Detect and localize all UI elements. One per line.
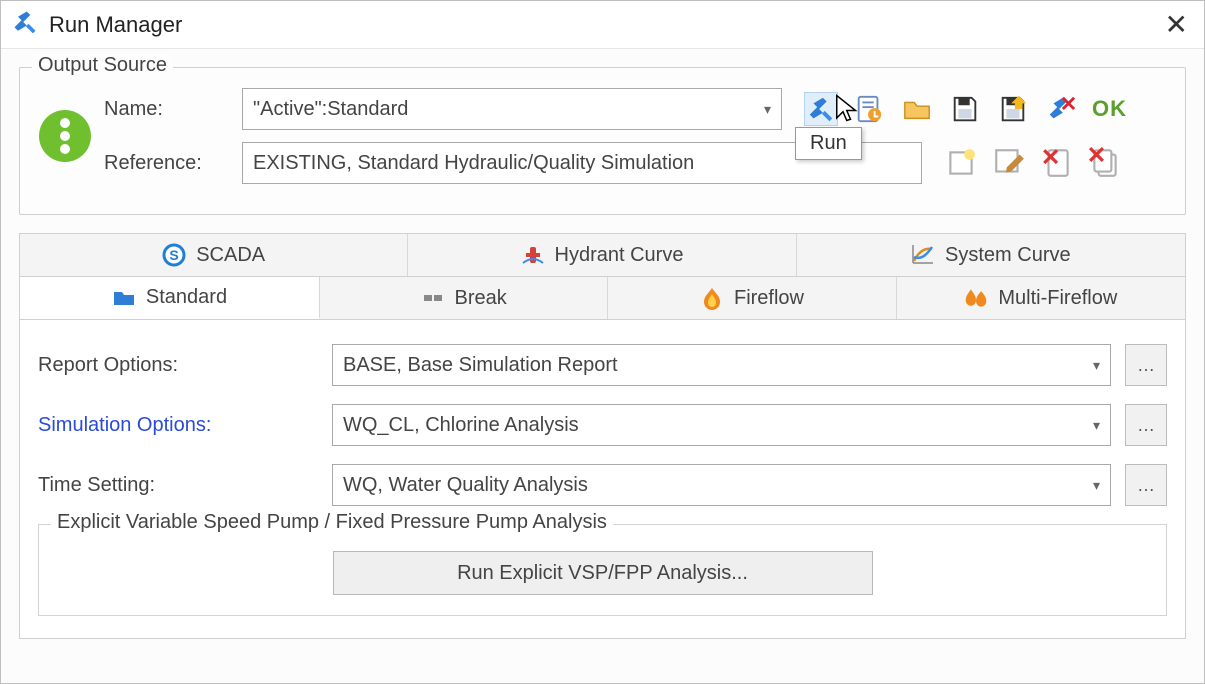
vsp-fpp-legend: Explicit Variable Speed Pump / Fixed Pre…: [51, 511, 613, 534]
edit-icon[interactable]: [992, 146, 1026, 180]
simulation-options-select[interactable]: WQ_CL, Chlorine Analysis ▾: [332, 404, 1111, 446]
report-options-label: Report Options:: [38, 354, 318, 377]
cursor-icon: [833, 93, 863, 123]
name-select-value: "Active":Standard: [253, 98, 408, 121]
tab-scada[interactable]: S SCADA: [20, 234, 408, 276]
tab-system-curve[interactable]: System Curve: [797, 234, 1185, 276]
tab-fireflow[interactable]: Fireflow: [608, 277, 896, 319]
hydrant-icon: [521, 243, 545, 267]
chevron-down-icon: ▾: [1093, 357, 1100, 374]
system-curve-icon: [911, 243, 935, 267]
folder-icon: [112, 285, 136, 309]
run-button[interactable]: Run: [804, 92, 838, 126]
save-icon[interactable]: [948, 92, 982, 126]
report-options-select[interactable]: BASE, Base Simulation Report ▾: [332, 344, 1111, 386]
tab-multi-fireflow[interactable]: Multi-Fireflow: [897, 277, 1185, 319]
window-title: Run Manager: [49, 12, 182, 38]
tab-break[interactable]: Break: [320, 277, 608, 319]
chevron-down-icon: ▾: [764, 101, 771, 118]
reference-label: Reference:: [104, 152, 234, 175]
multi-fire-icon: [964, 286, 988, 310]
tab-hydrant-curve[interactable]: Hydrant Curve: [408, 234, 796, 276]
run-manager-window: Run Manager ✕ Output Source Name: ": [0, 0, 1205, 684]
tab-standard[interactable]: Standard: [20, 277, 320, 319]
app-icon: [11, 8, 39, 41]
tabbar-row1: S SCADA Hydrant Curve System Curve: [19, 233, 1186, 276]
simulation-options-more-button[interactable]: …: [1125, 404, 1167, 446]
new-icon[interactable]: [944, 146, 978, 180]
delete-copy-icon[interactable]: [1088, 146, 1122, 180]
chevron-down-icon: ▾: [1093, 477, 1100, 494]
run-tooltip: Run: [795, 127, 862, 160]
name-select[interactable]: "Active":Standard ▾: [242, 88, 782, 130]
time-setting-label: Time Setting:: [38, 474, 318, 497]
fire-icon: [700, 286, 724, 310]
tabs: S SCADA Hydrant Curve System Curve Stand…: [19, 233, 1186, 639]
break-icon: [421, 286, 445, 310]
close-icon[interactable]: ✕: [1165, 11, 1188, 39]
titlebar: Run Manager ✕: [1, 1, 1204, 49]
report-options-more-button[interactable]: …: [1125, 344, 1167, 386]
ok-indicator: OK: [1092, 92, 1127, 126]
simulation-options-label[interactable]: Simulation Options:: [38, 414, 318, 437]
status-traffic-icon: [34, 105, 96, 167]
output-source-legend: Output Source: [32, 54, 173, 77]
time-setting-more-button[interactable]: …: [1125, 464, 1167, 506]
tabbar-row2: Standard Break Fireflow Multi-Fireflow: [19, 276, 1186, 320]
output-source-group: Output Source Name: "Active":Standard ▾: [19, 67, 1186, 215]
scada-icon: S: [162, 243, 186, 267]
open-folder-icon[interactable]: [900, 92, 934, 126]
reset-icon[interactable]: [1044, 92, 1078, 126]
time-setting-select[interactable]: WQ, Water Quality Analysis ▾: [332, 464, 1111, 506]
run-vsp-fpp-button[interactable]: Run Explicit VSP/FPP Analysis...: [333, 551, 873, 595]
name-label: Name:: [104, 98, 234, 121]
delete-icon[interactable]: [1040, 146, 1074, 180]
save-record-icon[interactable]: [996, 92, 1030, 126]
vsp-fpp-group: Explicit Variable Speed Pump / Fixed Pre…: [38, 524, 1167, 616]
svg-text:S: S: [170, 247, 179, 263]
chevron-down-icon: ▾: [1093, 417, 1100, 434]
standard-tab-content: Report Options: BASE, Base Simulation Re…: [19, 320, 1186, 639]
